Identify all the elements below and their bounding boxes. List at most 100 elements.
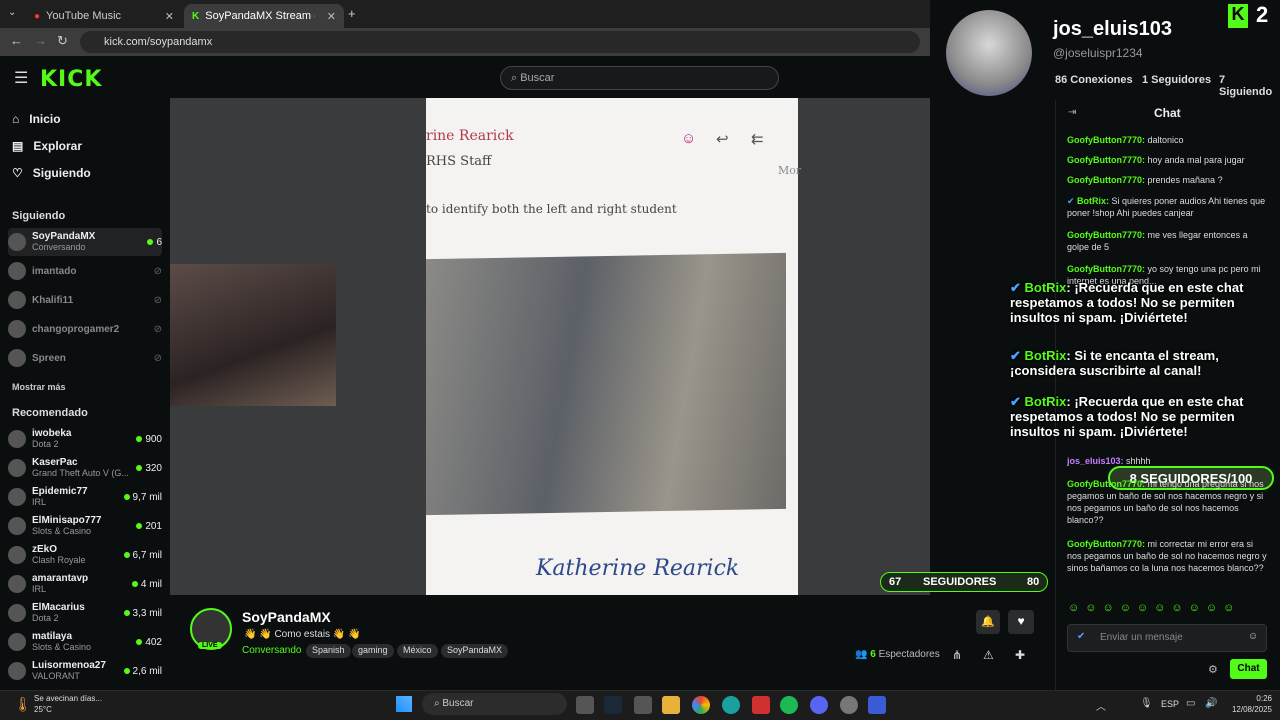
clock-date[interactable]: 12/08/2025 [1224,705,1272,714]
taskbar-search[interactable]: ⌕ Buscar [422,693,567,715]
chat-user[interactable]: BotRix: [1077,196,1109,206]
close-icon[interactable]: ✕ [327,10,336,23]
close-icon[interactable]: ✕ [165,10,174,23]
add-user-icon[interactable]: ✚ [1015,648,1025,662]
sidebar-item-elminisapo777[interactable]: ElMinisapo777 Slots & Casino 201 [8,512,162,540]
store-icon[interactable] [634,696,652,714]
sidebar-item-soypandamx[interactable]: SoyPandaMX Conversando 6 [8,228,162,256]
network-icon[interactable]: ▭ [1186,698,1195,709]
profile-handle: @joseluispr1234 [1053,46,1143,60]
windows-start-icon[interactable] [396,696,412,712]
sidebar-item-elmacarius[interactable]: ElMacarius Dota 2 3,3 mil [8,599,162,627]
user-icon: 👥 [855,649,871,660]
share-icon[interactable]: ⋔ [952,648,962,662]
follow-heart-icon[interactable]: ♥ [1008,610,1034,634]
chat-user[interactable]: GoofyButton7770: [1067,539,1145,549]
stream-category[interactable]: Conversando [242,645,301,656]
channel-name: Luisormenoa27 [32,660,106,671]
reload-icon[interactable]: ↻ [57,33,68,49]
tag-mexico[interactable]: México [397,644,438,658]
sidebar-item-luisormenoa27[interactable]: Luisormenoa27 VALORANT 2,6 mil [8,657,162,685]
volume-icon[interactable]: 🔊 [1205,698,1217,709]
app-icon[interactable] [752,696,770,714]
tag-soypandamx[interactable]: SoyPandaMX [441,644,509,658]
kick-logo[interactable]: KICK [40,67,102,92]
sidebar-item-iwobeka[interactable]: iwobeka Dota 2 900 [8,425,162,453]
sidebar-item-changoprogamer2[interactable]: changoprogamer2 ⊘ [8,315,162,343]
language-indicator[interactable]: ESP [1161,699,1179,709]
app-icon[interactable] [868,696,886,714]
chat-user[interactable]: GoofyButton7770: [1067,479,1145,489]
reply-all-icon: ⇇ [751,131,764,148]
followers-current: 67 [889,576,902,588]
tab-list-chevron-icon[interactable]: ⌄ [8,7,16,18]
chat-user[interactable]: GoofyButton7770: [1067,135,1145,145]
profile-card: jos_eluis103 @joseluispr1234 86 Conexion… [930,0,1280,100]
edge-icon[interactable] [722,696,740,714]
url-field[interactable]: kick.com/soypandamx [80,31,920,53]
tag-gaming[interactable]: gaming [352,644,394,658]
tray-chevron-icon[interactable]: ︿ [1096,698,1106,713]
chat-text: shhhh [1123,456,1151,466]
weather-icon: 🌡 [14,696,32,712]
channel-name: SoyPandaMX [32,231,96,242]
app-icon[interactable] [840,696,858,714]
offline-icon: ⊘ [153,265,162,277]
viewer-count-value: 900 [145,433,162,445]
channel-name[interactable]: SoyPandaMX [242,609,331,625]
search-input[interactable]: ⌕ Buscar [500,66,779,90]
tab-label: YouTube Music [46,10,122,22]
emoji-icon: ☺ [681,130,697,147]
steam-icon[interactable] [604,696,622,714]
nav-home[interactable]: ⌂ Inicio [12,112,61,126]
task-view-icon[interactable] [576,696,594,714]
chrome-icon[interactable] [692,696,710,714]
sidebar-item-kaserpac[interactable]: KaserPac Grand Theft Auto V (G... 320 [8,454,162,482]
tag-spanish[interactable]: Spanish [306,644,351,658]
emoji-picker-icon[interactable]: ☺ [1248,631,1258,642]
sidebar-item-khalifi11[interactable]: Khalifi11 ⊘ [8,286,162,314]
channel-name: Khalifi11 [32,294,74,306]
microphone-icon[interactable]: 🎙 [1140,698,1153,709]
nav-following[interactable]: ♡ Siguiendo [12,166,91,180]
discord-icon[interactable] [810,696,828,714]
sidebar-item-spreen[interactable]: Spreen ⊘ [8,344,162,372]
profile-badge-count: 2 [1256,2,1269,27]
nav-explore[interactable]: ▤ Explorar [12,139,82,153]
notification-bell-icon[interactable]: 🔔 [976,610,1000,634]
bot-overlay-message: ✔ BotRix: ¡Recuerda que en este chat res… [1010,280,1270,325]
spotify-icon[interactable] [780,696,798,714]
chat-user[interactable]: GoofyButton7770: [1067,264,1145,274]
report-icon[interactable]: ⚠ [983,648,994,662]
chat-user[interactable]: GoofyButton7770: [1067,175,1145,185]
forward-icon[interactable]: → [34,33,47,48]
menu-icon[interactable]: ☰ [14,68,28,88]
emote-bar[interactable]: ☺☺☺☺☺☺☺☺☺☺ [1068,602,1240,614]
file-explorer-icon[interactable] [662,696,680,714]
weather-text[interactable]: Se avecinan días... [34,694,102,703]
tab-youtube-music[interactable]: ● YouTube Music ✕ [26,4,182,28]
back-icon[interactable]: ← [10,33,23,48]
clock-time[interactable]: 0:26 [1224,694,1272,703]
new-tab-icon[interactable]: + [348,6,356,21]
sidebar-item-amarantavp[interactable]: amarantavp IRL 4 mil [8,570,162,598]
chat-user[interactable]: GoofyButton7770: [1067,230,1145,240]
channel-category: VALORANT [32,671,80,681]
avatar [8,291,26,309]
live-dot [136,465,143,471]
avatar [8,488,26,506]
sidebar-item-imantado[interactable]: imantado ⊘ [8,257,162,285]
show-more-link[interactable]: Mostrar más [12,382,66,392]
tab-kick-stream[interactable]: K SoyPandaMX Stream - Watch L ✕ [184,4,344,28]
collapse-chat-icon[interactable]: ⇥ [1068,107,1076,118]
chat-settings-gear-icon[interactable]: ⚙ [1208,663,1218,676]
sidebar-item-zeko[interactable]: zEkO Clash Royale 6,7 mil [8,541,162,569]
sidebar-item-epidemic77[interactable]: Epidemic77 IRL 9,7 mil [8,483,162,511]
chat-send-button[interactable]: Chat [1230,659,1267,679]
sidebar-item-matilaya[interactable]: matilaya Slots & Casino 402 [8,628,162,656]
chat-user[interactable]: jos_eluis103: [1067,456,1124,466]
channel-name: changoprogamer2 [32,323,120,335]
chat-input[interactable]: ✔ Enviar un mensaje ☺ [1067,624,1267,652]
chat-user[interactable]: GoofyButton7770: [1067,155,1145,165]
viewer-count: 402 [136,637,162,648]
